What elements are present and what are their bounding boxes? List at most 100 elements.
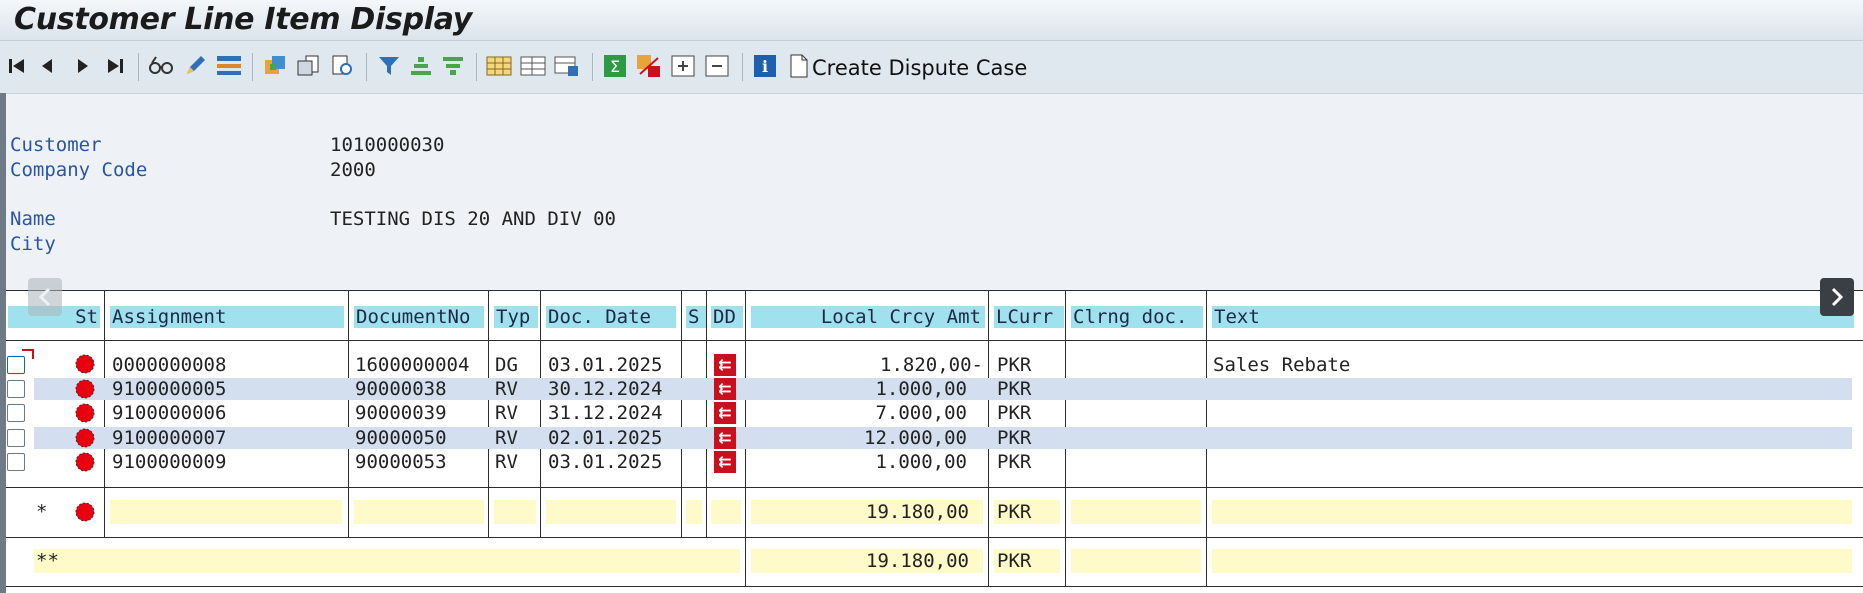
- last-page-icon[interactable]: [102, 53, 128, 79]
- row-select-checkbox[interactable]: [7, 429, 25, 447]
- layout-expand-icon[interactable]: [520, 53, 546, 79]
- currency-cell[interactable]: PKR: [997, 451, 1031, 473]
- row-select-checkbox[interactable]: [7, 404, 25, 422]
- col-header-doc-date[interactable]: Doc. Date: [546, 306, 676, 328]
- typ-cell[interactable]: RV: [495, 402, 518, 424]
- expand-all-icon[interactable]: [670, 53, 696, 79]
- doc-date-cell[interactable]: 31.12.2024: [548, 402, 662, 424]
- layout-grid-icon[interactable]: [486, 53, 512, 79]
- customer-label: Customer: [10, 134, 102, 156]
- status-red-icon: [75, 452, 95, 472]
- change-pencil-icon[interactable]: [182, 53, 208, 79]
- typ-cell[interactable]: RV: [495, 378, 518, 400]
- sum-icon[interactable]: Σ: [602, 53, 628, 79]
- chevron-left-icon: [38, 287, 51, 307]
- total-marker: **: [36, 550, 59, 572]
- amount-cell[interactable]: 1.820,00-: [751, 354, 983, 376]
- currency-cell[interactable]: PKR: [997, 354, 1031, 376]
- total-amount: 19.180,00: [866, 550, 969, 572]
- document-no-cell[interactable]: 90000050: [355, 427, 447, 449]
- collapse-all-icon[interactable]: [704, 53, 730, 79]
- typ-cell[interactable]: DG: [495, 354, 518, 376]
- direct-debit-icon: ⇇: [714, 378, 736, 400]
- svg-text:Σ: Σ: [610, 57, 620, 76]
- company-code-label: Company Code: [10, 159, 148, 181]
- amount-cell[interactable]: 1.000,00: [751, 451, 967, 473]
- col-header-s[interactable]: S: [686, 306, 706, 328]
- subtotal-currency: PKR: [997, 501, 1032, 523]
- currency-cell[interactable]: PKR: [997, 427, 1031, 449]
- status-red-icon: [75, 428, 95, 448]
- select-layout-icon[interactable]: [216, 53, 242, 79]
- status-red-icon: [75, 379, 95, 399]
- document-colored-icon[interactable]: [262, 53, 288, 79]
- assignment-cell[interactable]: 9100000009: [112, 451, 226, 473]
- direct-debit-icon: ⇇: [714, 427, 736, 449]
- city-label: City: [10, 233, 56, 255]
- doc-date-cell[interactable]: 03.01.2025: [548, 354, 662, 376]
- display-glasses-icon[interactable]: [148, 53, 174, 79]
- svg-text:i: i: [762, 57, 768, 76]
- document-copy-icon[interactable]: [296, 53, 322, 79]
- row-select-checkbox[interactable]: [7, 453, 25, 471]
- chevron-right-icon: [1831, 287, 1844, 307]
- status-red-icon: [75, 502, 95, 522]
- currency-cell[interactable]: PKR: [997, 402, 1031, 424]
- name-label: Name: [10, 208, 56, 230]
- col-header-document-no[interactable]: DocumentNo: [354, 306, 484, 328]
- doc-date-cell[interactable]: 30.12.2024: [548, 378, 662, 400]
- col-header-typ[interactable]: Typ: [494, 306, 538, 328]
- subtotal-icon[interactable]: [636, 53, 662, 79]
- filter-icon[interactable]: [376, 53, 402, 79]
- doc-date-cell[interactable]: 03.01.2025: [548, 451, 662, 473]
- col-header-lcurr[interactable]: LCurr: [994, 306, 1064, 328]
- col-header-assignment[interactable]: Assignment: [110, 306, 344, 328]
- typ-cell[interactable]: RV: [495, 451, 518, 473]
- assignment-cell[interactable]: 9100000006: [112, 402, 226, 424]
- assignment-cell[interactable]: 0000000008: [112, 354, 226, 376]
- direct-debit-icon: ⇇: [714, 451, 736, 473]
- name-value: TESTING DIS 20 AND DIV 00: [330, 208, 616, 230]
- typ-cell[interactable]: RV: [495, 427, 518, 449]
- info-icon[interactable]: i: [752, 53, 778, 79]
- col-header-text[interactable]: Text: [1212, 306, 1854, 328]
- status-red-icon: [75, 354, 95, 374]
- col-header-clrng-doc[interactable]: Clrng doc.: [1071, 306, 1203, 328]
- next-page-icon[interactable]: [70, 53, 96, 79]
- currency-cell[interactable]: PKR: [997, 378, 1031, 400]
- amount-cell[interactable]: 12.000,00: [751, 427, 967, 449]
- doc-date-cell[interactable]: 02.01.2025: [548, 427, 662, 449]
- scroll-right-button[interactable]: [1820, 278, 1854, 316]
- subtotal-marker: *: [36, 501, 48, 523]
- sort-descending-icon[interactable]: [440, 53, 466, 79]
- assignment-cell[interactable]: 9100000007: [112, 427, 226, 449]
- document-no-cell[interactable]: 90000053: [355, 451, 447, 473]
- scroll-left-button[interactable]: [28, 278, 62, 316]
- col-header-local-crcy-amt[interactable]: Local Crcy Amt: [751, 306, 985, 328]
- document-no-cell[interactable]: 90000038: [355, 378, 447, 400]
- customer-value: 1010000030: [330, 134, 445, 156]
- direct-debit-icon: ⇇: [714, 354, 736, 376]
- text-cell[interactable]: Sales Rebate: [1213, 354, 1350, 376]
- col-header-dd[interactable]: DD: [711, 306, 743, 328]
- direct-debit-icon: ⇇: [714, 402, 736, 424]
- total-currency: PKR: [997, 550, 1032, 572]
- amount-cell[interactable]: 7.000,00: [751, 402, 967, 424]
- title-bar: Customer Line Item Display: [0, 0, 1863, 41]
- row-select-checkbox[interactable]: [7, 380, 25, 398]
- company-code-value: 2000: [330, 159, 376, 181]
- amount-cell[interactable]: 1.000,00: [751, 378, 967, 400]
- previous-page-icon[interactable]: [34, 53, 60, 79]
- document-no-cell[interactable]: 90000039: [355, 402, 447, 424]
- document-no-cell[interactable]: 1600000004: [355, 354, 469, 376]
- create-dispute-case-button[interactable]: Create Dispute Case: [812, 56, 1027, 80]
- sort-ascending-icon[interactable]: [408, 53, 434, 79]
- document-view-icon[interactable]: [330, 53, 356, 79]
- subtotal-amount: 19.180,00: [866, 501, 969, 523]
- assignment-cell[interactable]: 9100000005: [112, 378, 226, 400]
- status-red-icon: [75, 403, 95, 423]
- page-title: Customer Line Item Display: [14, 2, 473, 37]
- create-dispute-icon[interactable]: [786, 53, 812, 79]
- first-page-icon[interactable]: [4, 53, 30, 79]
- layout-change-icon[interactable]: [554, 53, 580, 79]
